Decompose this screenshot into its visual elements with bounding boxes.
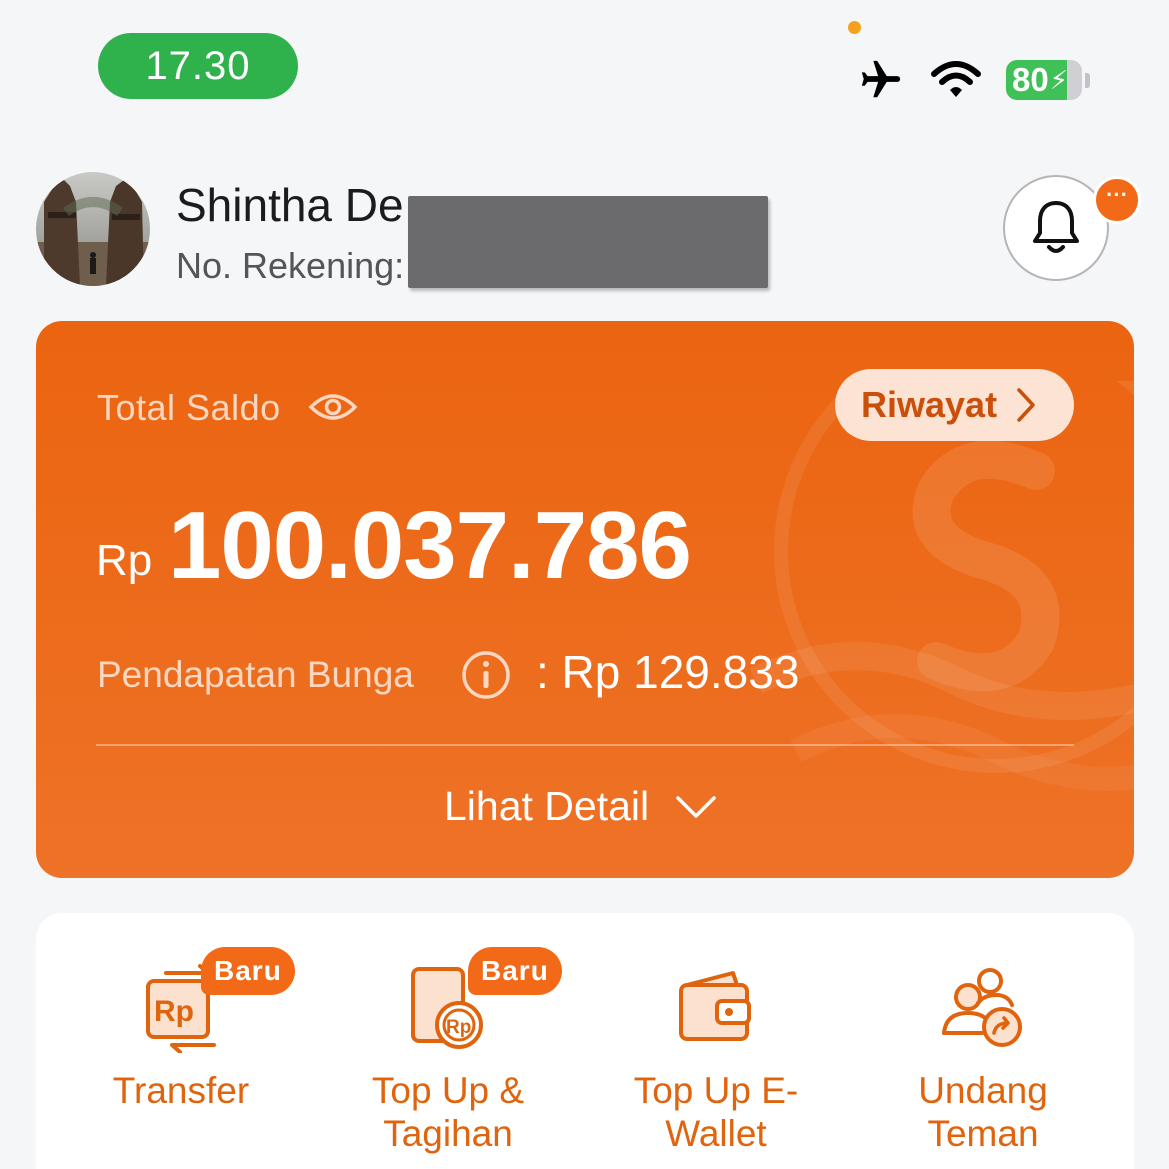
- battery-level: 80: [1012, 61, 1049, 98]
- status-time: 17.30: [98, 33, 298, 99]
- account-number-label: No. Rekening:: [176, 245, 405, 286]
- svg-text:Rp: Rp: [154, 995, 194, 1028]
- bell-icon: [1033, 201, 1079, 253]
- notification-badge: ···: [1093, 176, 1141, 224]
- privacy-indicator-dot: [848, 21, 861, 34]
- redaction-block: [408, 196, 768, 288]
- action-invite-friends-label: Undang Teman: [918, 1070, 1048, 1154]
- view-detail-button[interactable]: Lihat Detail: [444, 783, 717, 830]
- action-topup-bills[interactable]: Rp Baru Top Up & Tagihan: [328, 913, 568, 1169]
- balance-amount: 100.037.786: [168, 492, 692, 599]
- status-icons: 80 ⚡: [856, 52, 1090, 108]
- action-transfer[interactable]: Rp Baru Transfer: [61, 913, 301, 1169]
- invite-friends-icon: [942, 968, 1022, 1047]
- notification-button[interactable]: [1003, 175, 1109, 281]
- new-badge: Baru: [201, 947, 295, 995]
- new-badge: Baru: [468, 947, 562, 995]
- wallet-icon: [679, 971, 751, 1041]
- balance-currency: Rp: [96, 536, 153, 585]
- history-button-label: Riwayat: [861, 384, 998, 425]
- info-icon[interactable]: [461, 650, 511, 700]
- action-topup-ewallet-label: Top Up E- Wallet: [633, 1070, 799, 1154]
- card-divider: [96, 744, 1074, 746]
- history-button[interactable]: Riwayat: [835, 369, 1074, 441]
- interest-label: Pendapatan Bunga: [97, 654, 414, 695]
- battery-charging-icon: 80 ⚡: [1006, 58, 1090, 102]
- airplane-icon: [861, 60, 901, 98]
- user-name: Shintha De: [176, 179, 404, 231]
- interest-value: : Rp 129.833: [536, 646, 800, 698]
- action-topup-bills-label: Top Up & Tagihan: [371, 1070, 525, 1154]
- total-balance-label: Total Saldo: [97, 387, 281, 428]
- avatar[interactable]: [36, 172, 150, 286]
- chevron-down-icon: [676, 795, 716, 818]
- action-topup-ewallet[interactable]: Top Up E- Wallet: [596, 913, 836, 1169]
- balance-card: Total Saldo Riwayat Rp 100.037.786 Penda…: [36, 321, 1134, 878]
- view-detail-label: Lihat Detail: [444, 783, 650, 829]
- action-transfer-label: Transfer: [112, 1070, 250, 1111]
- action-invite-friends[interactable]: Undang Teman: [863, 913, 1103, 1169]
- chevron-right-icon: [1017, 388, 1035, 422]
- quick-actions-panel: Rp Baru Transfer Rp Baru Top Up & Tagihan: [36, 913, 1134, 1169]
- eye-icon[interactable]: [308, 387, 358, 427]
- wifi-icon: [931, 61, 981, 97]
- brand-watermark-icon: [749, 381, 1134, 791]
- svg-text:Rp: Rp: [446, 1017, 471, 1038]
